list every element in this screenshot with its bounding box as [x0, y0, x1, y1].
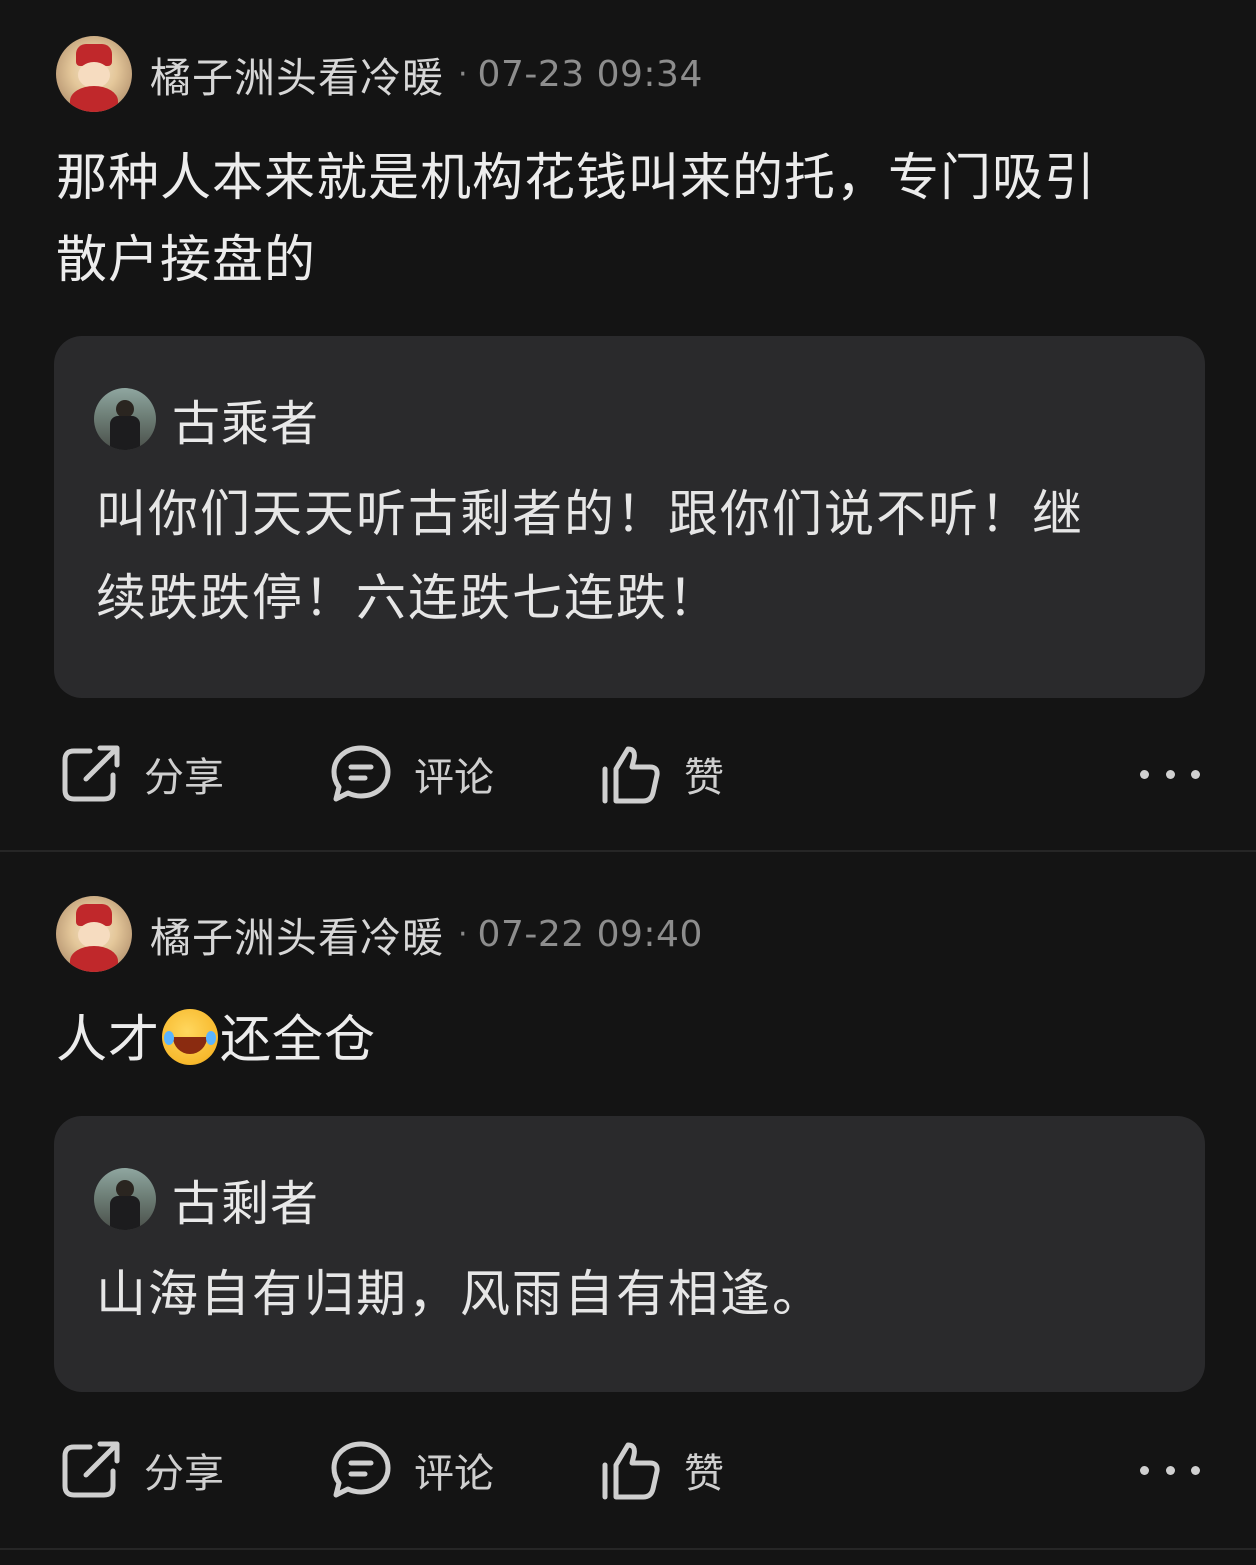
like-button[interactable]: 赞	[600, 734, 724, 814]
comment-button[interactable]: 评论	[330, 734, 494, 814]
share-icon	[62, 1441, 120, 1498]
avatar[interactable]	[94, 1168, 156, 1230]
action-bar: 分享 评论 赞	[0, 734, 1256, 814]
post-card[interactable]: 橘子洲头看冷暖 · 07-23 09:34 那种人本来就是机构花钱叫来的托，专门…	[0, 0, 1256, 850]
thumbs-up-icon	[602, 746, 660, 804]
comment-label: 评论	[414, 755, 494, 801]
thumbs-up-icon	[602, 1442, 660, 1500]
avatar[interactable]	[56, 896, 132, 972]
post-content: 那种人本来就是机构花钱叫来的托，专门吸引 散户接盘的	[56, 138, 1206, 302]
more-icon[interactable]	[1140, 1430, 1200, 1510]
separator-dot: ·	[458, 916, 468, 952]
like-label: 赞	[684, 1451, 724, 1497]
post-time: 07-23 09:34	[477, 53, 703, 95]
separator-dot: ·	[458, 56, 468, 92]
action-bar: 分享 评论 赞	[0, 1430, 1256, 1510]
post-content-line: 那种人本来就是机构花钱叫来的托，专门吸引	[56, 149, 1097, 208]
quoted-text: 叫你们天天听古剩者的！跟你们说不听！继 续跌跌停！六连跌七连跌！	[96, 472, 1156, 640]
quoted-text-line: 叫你们天天听古剩者的！跟你们说不听！继	[96, 485, 1084, 543]
post-content-text: 还全仓	[220, 1011, 377, 1070]
quoted-post[interactable]: 古剩者 山海自有归期，风雨自有相逢。	[54, 1116, 1205, 1392]
post-content: 人才 还全仓	[56, 1000, 1206, 1082]
post-card[interactable]: 橘子洲头看冷暖 · 07-22 09:40 人才 还全仓 古剩者 山海自有归期，风…	[0, 852, 1256, 1542]
comment-label: 评论	[414, 1451, 494, 1497]
quoted-post-header: 古乘者	[94, 384, 319, 454]
laughing-emoji-icon	[162, 1009, 219, 1065]
share-icon	[62, 745, 120, 802]
author-name[interactable]: 橘子洲头看冷暖	[150, 44, 444, 104]
quoted-text-line: 山海自有归期，风雨自有相逢。	[96, 1265, 824, 1323]
quoted-text: 山海自有归期，风雨自有相逢。	[96, 1252, 1156, 1336]
share-button[interactable]: 分享	[60, 734, 224, 814]
quoted-text-line: 续跌跌停！六连跌七连跌！	[96, 569, 720, 627]
like-button[interactable]: 赞	[600, 1430, 724, 1510]
post-content-text: 人才	[56, 1011, 161, 1070]
share-label: 分享	[144, 755, 224, 801]
quoted-author-name[interactable]: 古剩者	[172, 1164, 319, 1234]
share-label: 分享	[144, 1451, 224, 1497]
post-header: 橘子洲头看冷暖 · 07-23 09:34	[56, 36, 703, 112]
share-button[interactable]: 分享	[60, 1430, 224, 1510]
avatar[interactable]	[56, 36, 132, 112]
comment-icon	[331, 1441, 391, 1498]
more-icon[interactable]	[1140, 734, 1200, 814]
comment-button[interactable]: 评论	[330, 1430, 494, 1510]
avatar[interactable]	[94, 388, 156, 450]
post-content-line: 散户接盘的	[56, 231, 317, 290]
post-header: 橘子洲头看冷暖 · 07-22 09:40	[56, 896, 703, 972]
quoted-post[interactable]: 古乘者 叫你们天天听古剩者的！跟你们说不听！继 续跌跌停！六连跌七连跌！	[54, 336, 1205, 698]
quoted-author-name[interactable]: 古乘者	[172, 384, 319, 454]
divider	[0, 1548, 1256, 1550]
like-label: 赞	[684, 755, 724, 801]
post-time: 07-22 09:40	[477, 913, 703, 955]
comment-icon	[331, 745, 391, 802]
quoted-post-header: 古剩者	[94, 1164, 319, 1234]
author-name[interactable]: 橘子洲头看冷暖	[150, 904, 444, 964]
